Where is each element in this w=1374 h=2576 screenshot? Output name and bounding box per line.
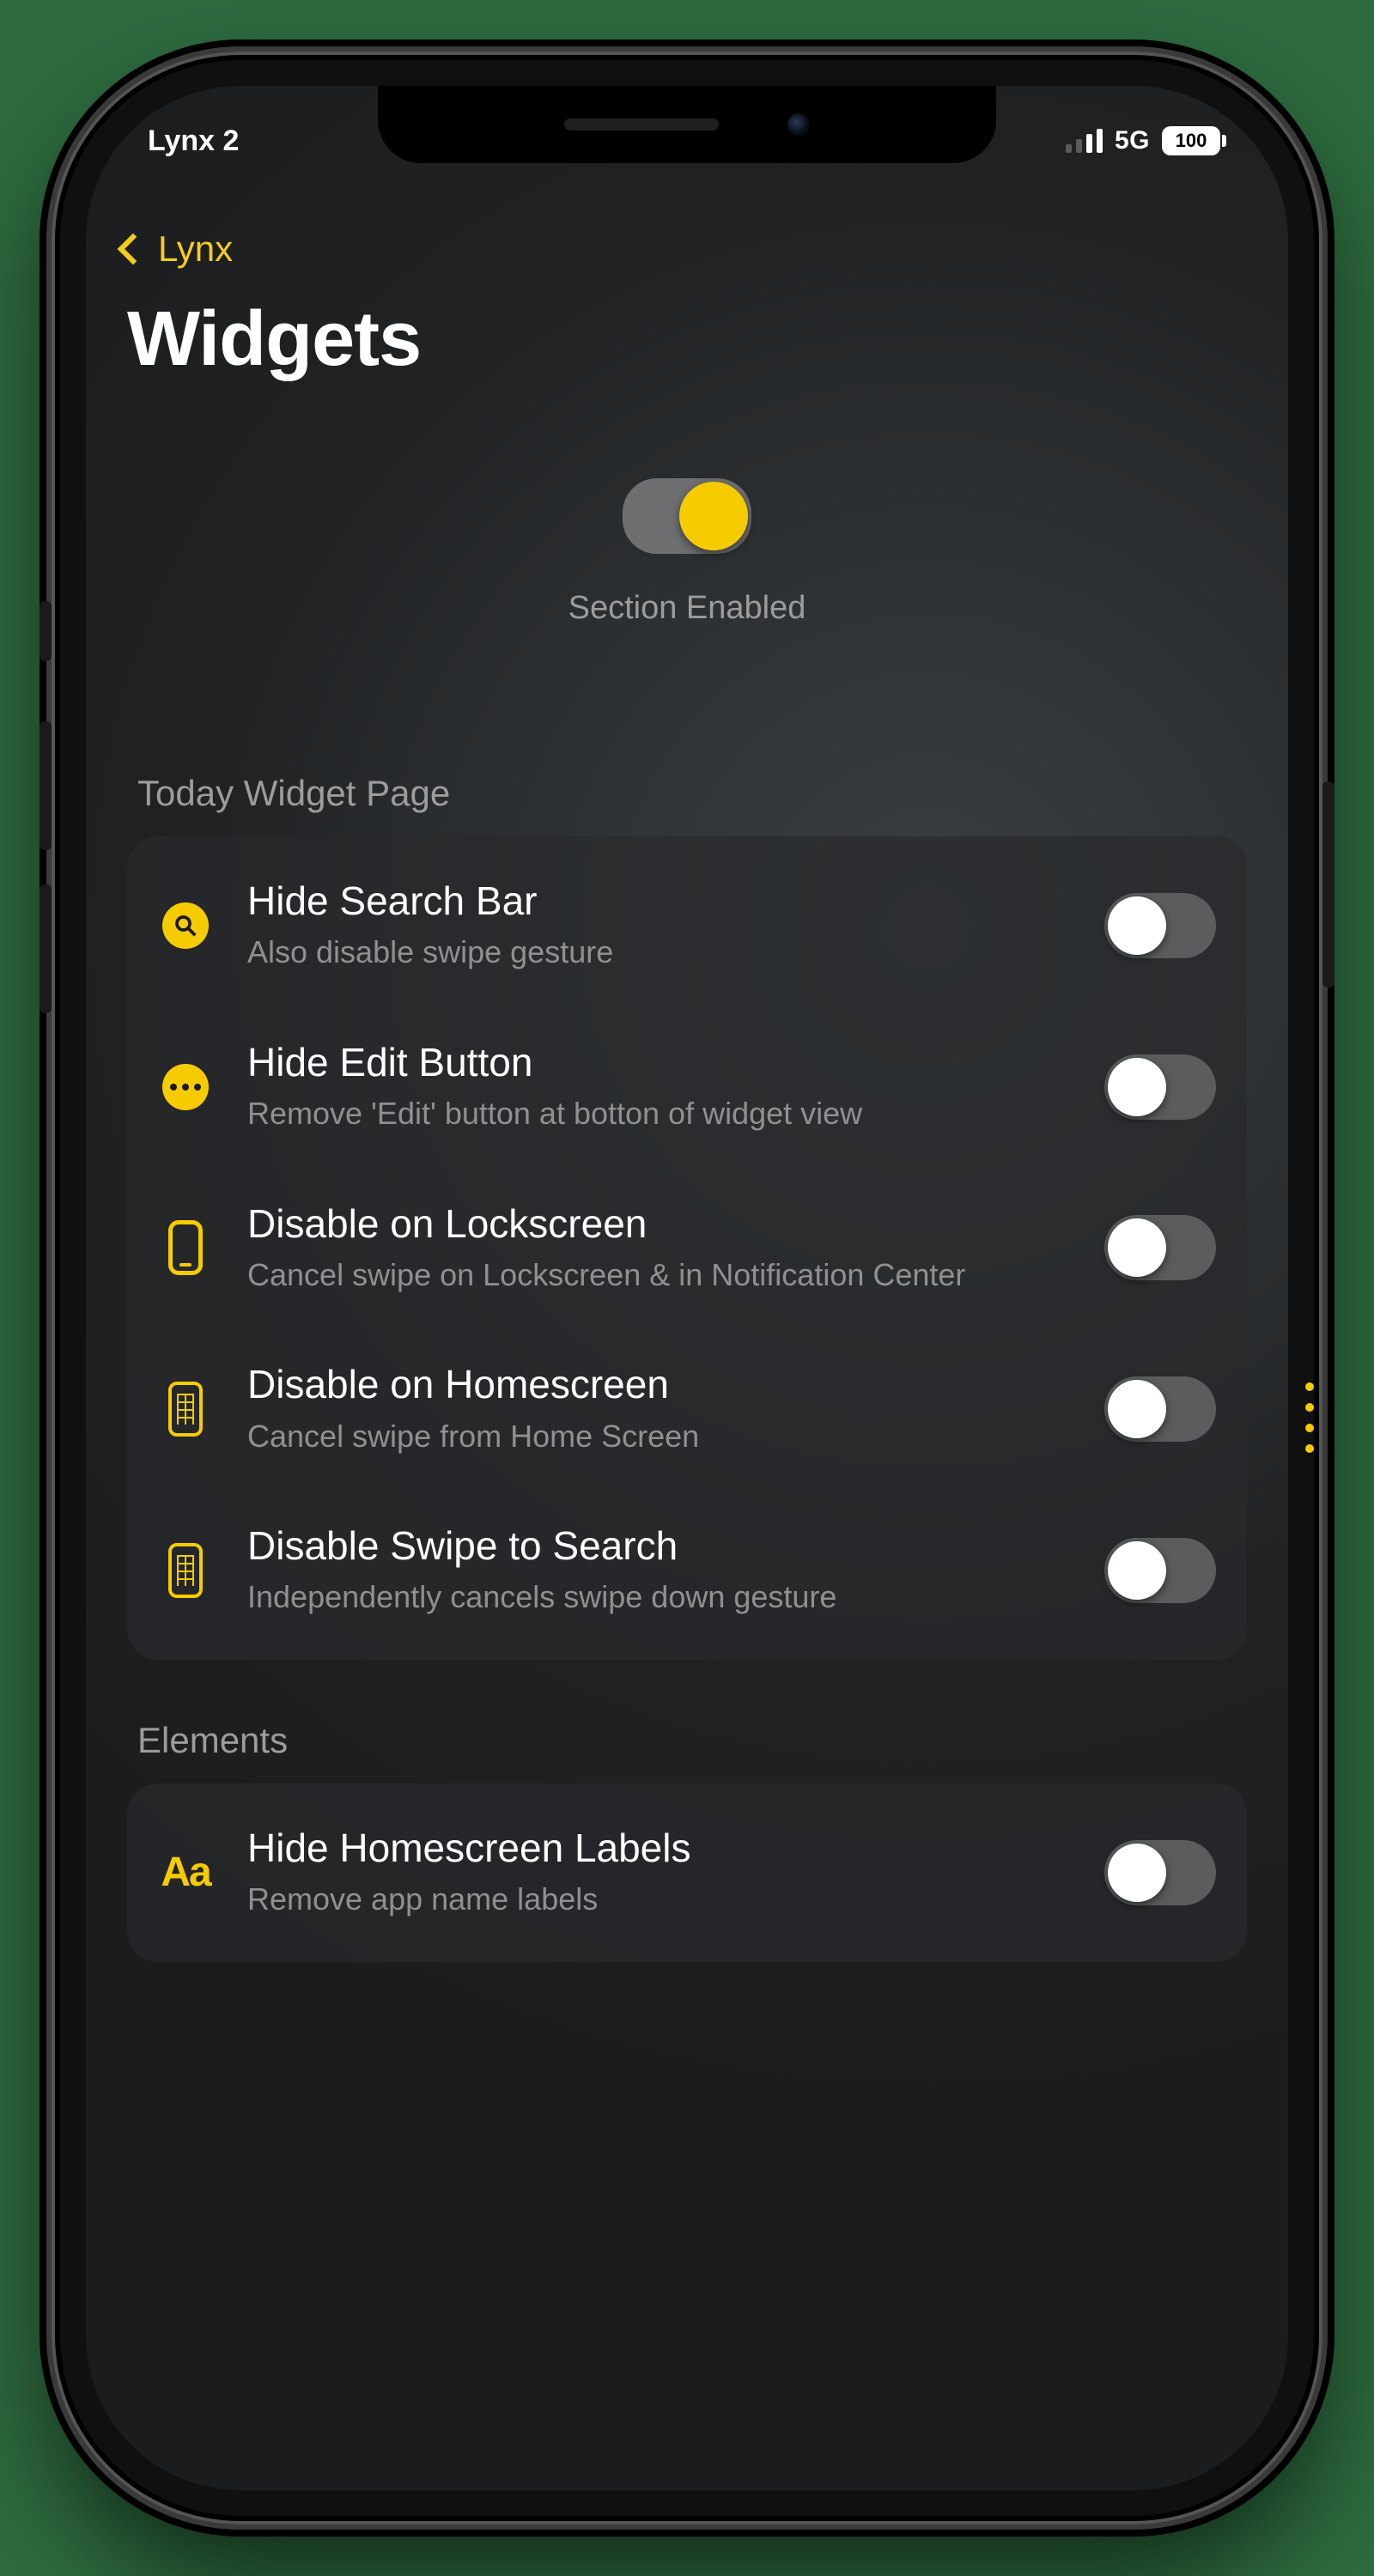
- group-header: Today Widget Page: [137, 773, 1237, 814]
- setting-row: Aa Hide Homescreen Labels Remove app nam…: [158, 1792, 1216, 1953]
- setting-row: Hide Edit Button Remove 'Edit' button at…: [158, 1006, 1216, 1168]
- volume-up-btn: [40, 721, 52, 850]
- side-indicator-dots: [1305, 1382, 1314, 1453]
- setting-toggle[interactable]: [1104, 1538, 1216, 1603]
- setting-title: Disable on Homescreen: [247, 1361, 1070, 1408]
- battery-icon: 100: [1162, 126, 1226, 155]
- setting-subtitle: Also disable swipe gesture: [247, 932, 1070, 974]
- setting-toggle[interactable]: [1104, 1840, 1216, 1905]
- setting-subtitle: Remove app name labels: [247, 1879, 1070, 1921]
- setting-title: Disable Swipe to Search: [247, 1522, 1070, 1570]
- setting-toggle[interactable]: [1104, 1215, 1216, 1280]
- screen: Lynx 2 5G 100 Lynx Widgets: [86, 86, 1288, 2490]
- group-header: Elements: [137, 1720, 1237, 1761]
- setting-title: Hide Edit Button: [247, 1039, 1070, 1086]
- setting-subtitle: Remove 'Edit' button at botton of widget…: [247, 1093, 1070, 1135]
- setting-title: Hide Search Bar: [247, 878, 1070, 925]
- back-label: Lynx: [158, 228, 233, 270]
- mute-switch: [40, 601, 52, 661]
- setting-row: Hide Search Bar Also disable swipe gestu…: [158, 845, 1216, 1006]
- setting-toggle[interactable]: [1104, 1376, 1216, 1442]
- section-enabled-toggle[interactable]: [623, 478, 751, 554]
- setting-subtitle: Cancel swipe on Lockscreen & in Notifica…: [247, 1255, 1070, 1297]
- setting-row: Disable on Homescreen Cancel swipe from …: [158, 1328, 1216, 1490]
- device-frame: Lynx 2 5G 100 Lynx Widgets: [52, 52, 1322, 2524]
- text-aa-icon: Aa: [158, 1845, 213, 1900]
- section-enabled-label: Section Enabled: [568, 590, 806, 627]
- settings-content: Lynx Widgets Section Enabled Today Widge…: [86, 86, 1288, 2490]
- phone-outline-icon: [158, 1220, 213, 1275]
- setting-subtitle: Cancel swipe from Home Screen: [247, 1416, 1070, 1458]
- page-title: Widgets: [127, 295, 1247, 384]
- settings-panel-elements: Aa Hide Homescreen Labels Remove app nam…: [127, 1783, 1247, 1962]
- search-icon: [158, 898, 213, 953]
- settings-panel-today: Hide Search Bar Also disable swipe gestu…: [127, 836, 1247, 1660]
- setting-toggle[interactable]: [1104, 1054, 1216, 1120]
- setting-title: Hide Homescreen Labels: [247, 1825, 1070, 1872]
- phone-grid-icon: [158, 1382, 213, 1437]
- power-btn: [1322, 781, 1334, 987]
- signal-bars-icon: [1066, 129, 1103, 153]
- front-camera: [787, 113, 810, 136]
- setting-title: Disable on Lockscreen: [247, 1200, 1070, 1248]
- network-label: 5G: [1115, 126, 1150, 155]
- earpiece: [564, 118, 719, 131]
- more-dots-icon: [158, 1060, 213, 1115]
- setting-subtitle: Independently cancels swipe down gesture: [247, 1577, 1070, 1619]
- status-app-name: Lynx 2: [148, 125, 239, 158]
- notch: [378, 86, 996, 163]
- chevron-left-icon: [118, 234, 149, 265]
- back-button[interactable]: Lynx: [122, 228, 1247, 270]
- setting-toggle[interactable]: [1104, 893, 1216, 958]
- phone-grid-icon: [158, 1543, 213, 1598]
- volume-down-btn: [40, 884, 52, 1013]
- battery-level: 100: [1162, 126, 1220, 155]
- setting-row: Disable on Lockscreen Cancel swipe on Lo…: [158, 1168, 1216, 1329]
- setting-row: Disable Swipe to Search Independently ca…: [158, 1490, 1216, 1651]
